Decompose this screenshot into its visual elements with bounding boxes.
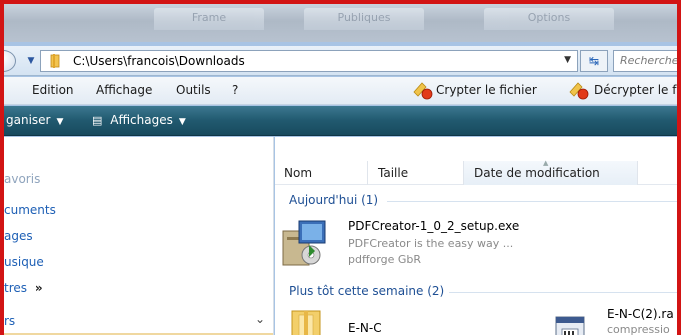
- organize-button[interactable]: ganiser ▼: [6, 113, 63, 127]
- command-bar: ganiser ▼ ▤ Affichages ▼: [4, 106, 677, 136]
- column-separator[interactable]: [637, 161, 638, 185]
- double-chevron-icon: »: [34, 281, 43, 295]
- screenshot-frame: Frame Publiques Options ▼ C:\Users\franc…: [0, 0, 681, 335]
- sidebar-item-more[interactable]: tres »: [4, 281, 43, 295]
- folder-icon: [291, 310, 321, 335]
- sidebar-item-favorites[interactable]: avoris: [4, 172, 40, 186]
- group-header-earlier-this-week[interactable]: Plus tôt cette semaine (2): [289, 284, 444, 298]
- decrypt-file-button[interactable]: Décrypter le f: [594, 83, 676, 97]
- folders-label: rs: [4, 314, 16, 328]
- encrypt-file-button[interactable]: Crypter le fichier: [436, 83, 537, 97]
- views-label: Affichages: [110, 113, 173, 127]
- file-description: PDFCreator is the easy way ...: [348, 237, 514, 250]
- sidebar-item-documents[interactable]: cuments: [4, 203, 56, 217]
- archive-icon: [555, 316, 585, 335]
- column-name[interactable]: Nom: [284, 166, 312, 180]
- menu-edition[interactable]: Edition: [32, 83, 74, 97]
- file-publisher: pdfforge GbR: [348, 253, 421, 266]
- organize-label: ganiser: [6, 113, 51, 127]
- column-size[interactable]: Taille: [378, 166, 408, 180]
- installer-icon: [282, 220, 326, 266]
- navigation-pane: avoris cuments ages usique tres » rs ⌄: [4, 137, 274, 335]
- column-separator[interactable]: [367, 161, 368, 185]
- file-name: E-N-C(2).ra: [607, 307, 674, 321]
- decrypt-icon[interactable]: [568, 80, 590, 100]
- background-window: Frame Publiques Options: [4, 4, 677, 42]
- file-name: E-N-C: [348, 321, 382, 335]
- menu-affichage[interactable]: Affichage: [96, 83, 152, 97]
- group-header-today[interactable]: Aujourd'hui (1): [289, 193, 378, 207]
- file-item-enc-folder[interactable]: E-N-C: [289, 305, 489, 335]
- address-dropdown-icon[interactable]: ▼: [564, 55, 571, 65]
- file-name: PDFCreator-1_0_2_setup.exe: [348, 219, 520, 233]
- forward-button[interactable]: [4, 50, 16, 72]
- encrypt-icon[interactable]: [412, 80, 434, 100]
- background-tab: Publiques: [304, 8, 424, 30]
- refresh-icon: ↹: [588, 54, 600, 68]
- column-date-modified[interactable]: Date de modification: [474, 166, 600, 180]
- views-button[interactable]: ▤ Affichages ▼: [92, 113, 186, 127]
- menu-outils[interactable]: Outils: [176, 83, 211, 97]
- chevron-down-icon[interactable]: ⌄: [255, 312, 265, 326]
- search-input[interactable]: Recherche: [613, 50, 677, 72]
- address-bar: ▼ C:\Users\francois\Downloads ▼ ↹ Recher…: [4, 46, 677, 76]
- folder-icon: [50, 54, 60, 68]
- sidebar-item-images[interactable]: ages: [4, 229, 33, 243]
- background-tab: Options: [484, 8, 614, 30]
- chevron-down-icon: ▼: [56, 117, 64, 127]
- file-item-enc-archive[interactable]: E-N-C(2).ra compressio: [555, 305, 677, 335]
- refresh-button[interactable]: ↹: [580, 50, 608, 72]
- sort-arrow-icon: ▲: [543, 159, 549, 167]
- file-description: compressio: [607, 323, 670, 335]
- history-dropdown-icon[interactable]: ▼: [24, 54, 38, 68]
- column-separator[interactable]: [463, 161, 464, 185]
- column-header-row: Nom Taille Date de modification ▲: [275, 159, 677, 185]
- group-divider: [449, 292, 677, 293]
- menu-bar: Edition Affichage Outils ? Crypter le fi…: [4, 77, 677, 105]
- folders-header[interactable]: rs ⌄: [4, 309, 273, 335]
- address-field[interactable]: C:\Users\francois\Downloads ▼: [40, 50, 578, 72]
- file-list: Nom Taille Date de modification ▲ Aujour…: [275, 137, 677, 335]
- file-item-pdfcreator[interactable]: PDFCreator-1_0_2_setup.exe PDFCreator is…: [281, 215, 581, 277]
- chevron-down-icon: ▼: [178, 117, 186, 127]
- views-icon: ▤: [92, 114, 103, 127]
- sidebar-item-more-label: tres: [4, 281, 28, 295]
- sidebar-item-music[interactable]: usique: [4, 255, 44, 269]
- group-divider: [387, 201, 677, 202]
- menu-help[interactable]: ?: [232, 83, 238, 97]
- background-tab: Frame: [154, 8, 264, 30]
- address-path: C:\Users\francois\Downloads: [73, 54, 245, 68]
